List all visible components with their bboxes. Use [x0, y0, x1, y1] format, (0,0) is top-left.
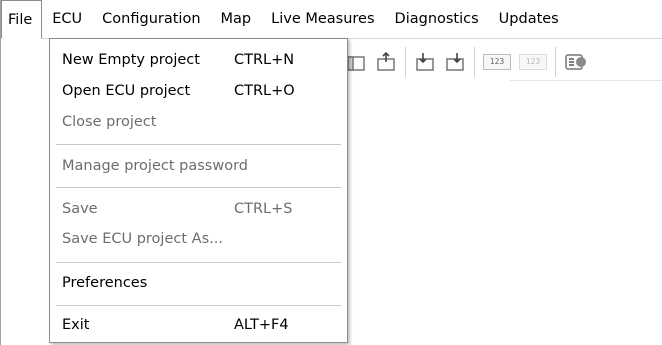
preferences-label: Preferences [62, 275, 148, 291]
close-project-label: Close project [62, 114, 157, 130]
menu-live-measures[interactable]: Live Measures [261, 0, 384, 38]
menu-item-save[interactable]: Save CTRL+S [50, 194, 347, 224]
menu-file-label: File [8, 11, 33, 28]
numbering-dim-icon[interactable]: 123 [519, 54, 547, 70]
save-label: Save [62, 201, 98, 217]
menu-diagnostics-label: Diagnostics [394, 11, 479, 27]
toolbar-separator [555, 47, 556, 77]
toolbar-separator [474, 47, 475, 77]
window-edge [0, 0, 1, 345]
numbering-icon[interactable]: 123 [483, 54, 511, 70]
menu-bar: File ECU Configuration Map Live Measures… [1, 0, 662, 39]
app-window: File ECU Configuration Map Live Measures… [0, 0, 662, 345]
toolbar-separator [405, 47, 406, 77]
toolbar-divider [510, 80, 662, 81]
menu-updates-label: Updates [498, 11, 559, 27]
save-as-label: Save ECU project As... [62, 231, 223, 247]
menu-item-open-ecu-project[interactable]: Open ECU project CTRL+O [50, 76, 347, 106]
menu-map-label: Map [220, 11, 252, 27]
open-ecu-project-label: Open ECU project [62, 83, 191, 99]
save-shortcut: CTRL+S [234, 201, 293, 217]
menu-item-manage-project-password[interactable]: Manage project password [50, 151, 347, 181]
menu-item-new-empty-project[interactable]: New Empty project CTRL+N [50, 45, 347, 75]
export-icon[interactable] [444, 51, 466, 73]
menu-item-preferences[interactable]: Preferences [50, 268, 347, 298]
toolbar: 123 123 [345, 44, 586, 80]
menu-updates[interactable]: Updates [489, 0, 569, 38]
exit-label: Exit [62, 317, 90, 333]
new-empty-project-label: New Empty project [62, 52, 200, 68]
file-menu-dropdown: New Empty project CTRL+N Open ECU projec… [49, 38, 348, 343]
menu-ecu-label: ECU [52, 11, 83, 27]
menu-map[interactable]: Map [211, 0, 262, 38]
menu-live-measures-label: Live Measures [271, 11, 375, 27]
menu-configuration[interactable]: Configuration [92, 0, 210, 38]
open-ecu-project-shortcut: CTRL+O [234, 83, 295, 99]
menu-item-exit[interactable]: Exit ALT+F4 [50, 310, 347, 340]
exit-shortcut: ALT+F4 [234, 317, 289, 333]
import-icon[interactable] [414, 51, 436, 73]
menu-separator [56, 262, 341, 263]
menu-separator [56, 187, 341, 188]
menu-file[interactable]: File [1, 0, 43, 39]
menu-diagnostics[interactable]: Diagnostics [385, 0, 489, 38]
manage-project-password-label: Manage project password [62, 158, 248, 174]
read-ecu-icon[interactable] [345, 51, 367, 73]
menu-ecu[interactable]: ECU [42, 0, 92, 38]
menu-separator [56, 144, 341, 145]
menu-configuration-label: Configuration [102, 11, 201, 27]
menu-item-close-project[interactable]: Close project [50, 107, 347, 137]
live-data-icon[interactable] [564, 51, 586, 73]
menu-item-save-as[interactable]: Save ECU project As... [50, 224, 347, 254]
new-empty-project-shortcut: CTRL+N [234, 52, 295, 68]
menu-separator [56, 305, 341, 306]
write-ecu-icon[interactable] [375, 51, 397, 73]
